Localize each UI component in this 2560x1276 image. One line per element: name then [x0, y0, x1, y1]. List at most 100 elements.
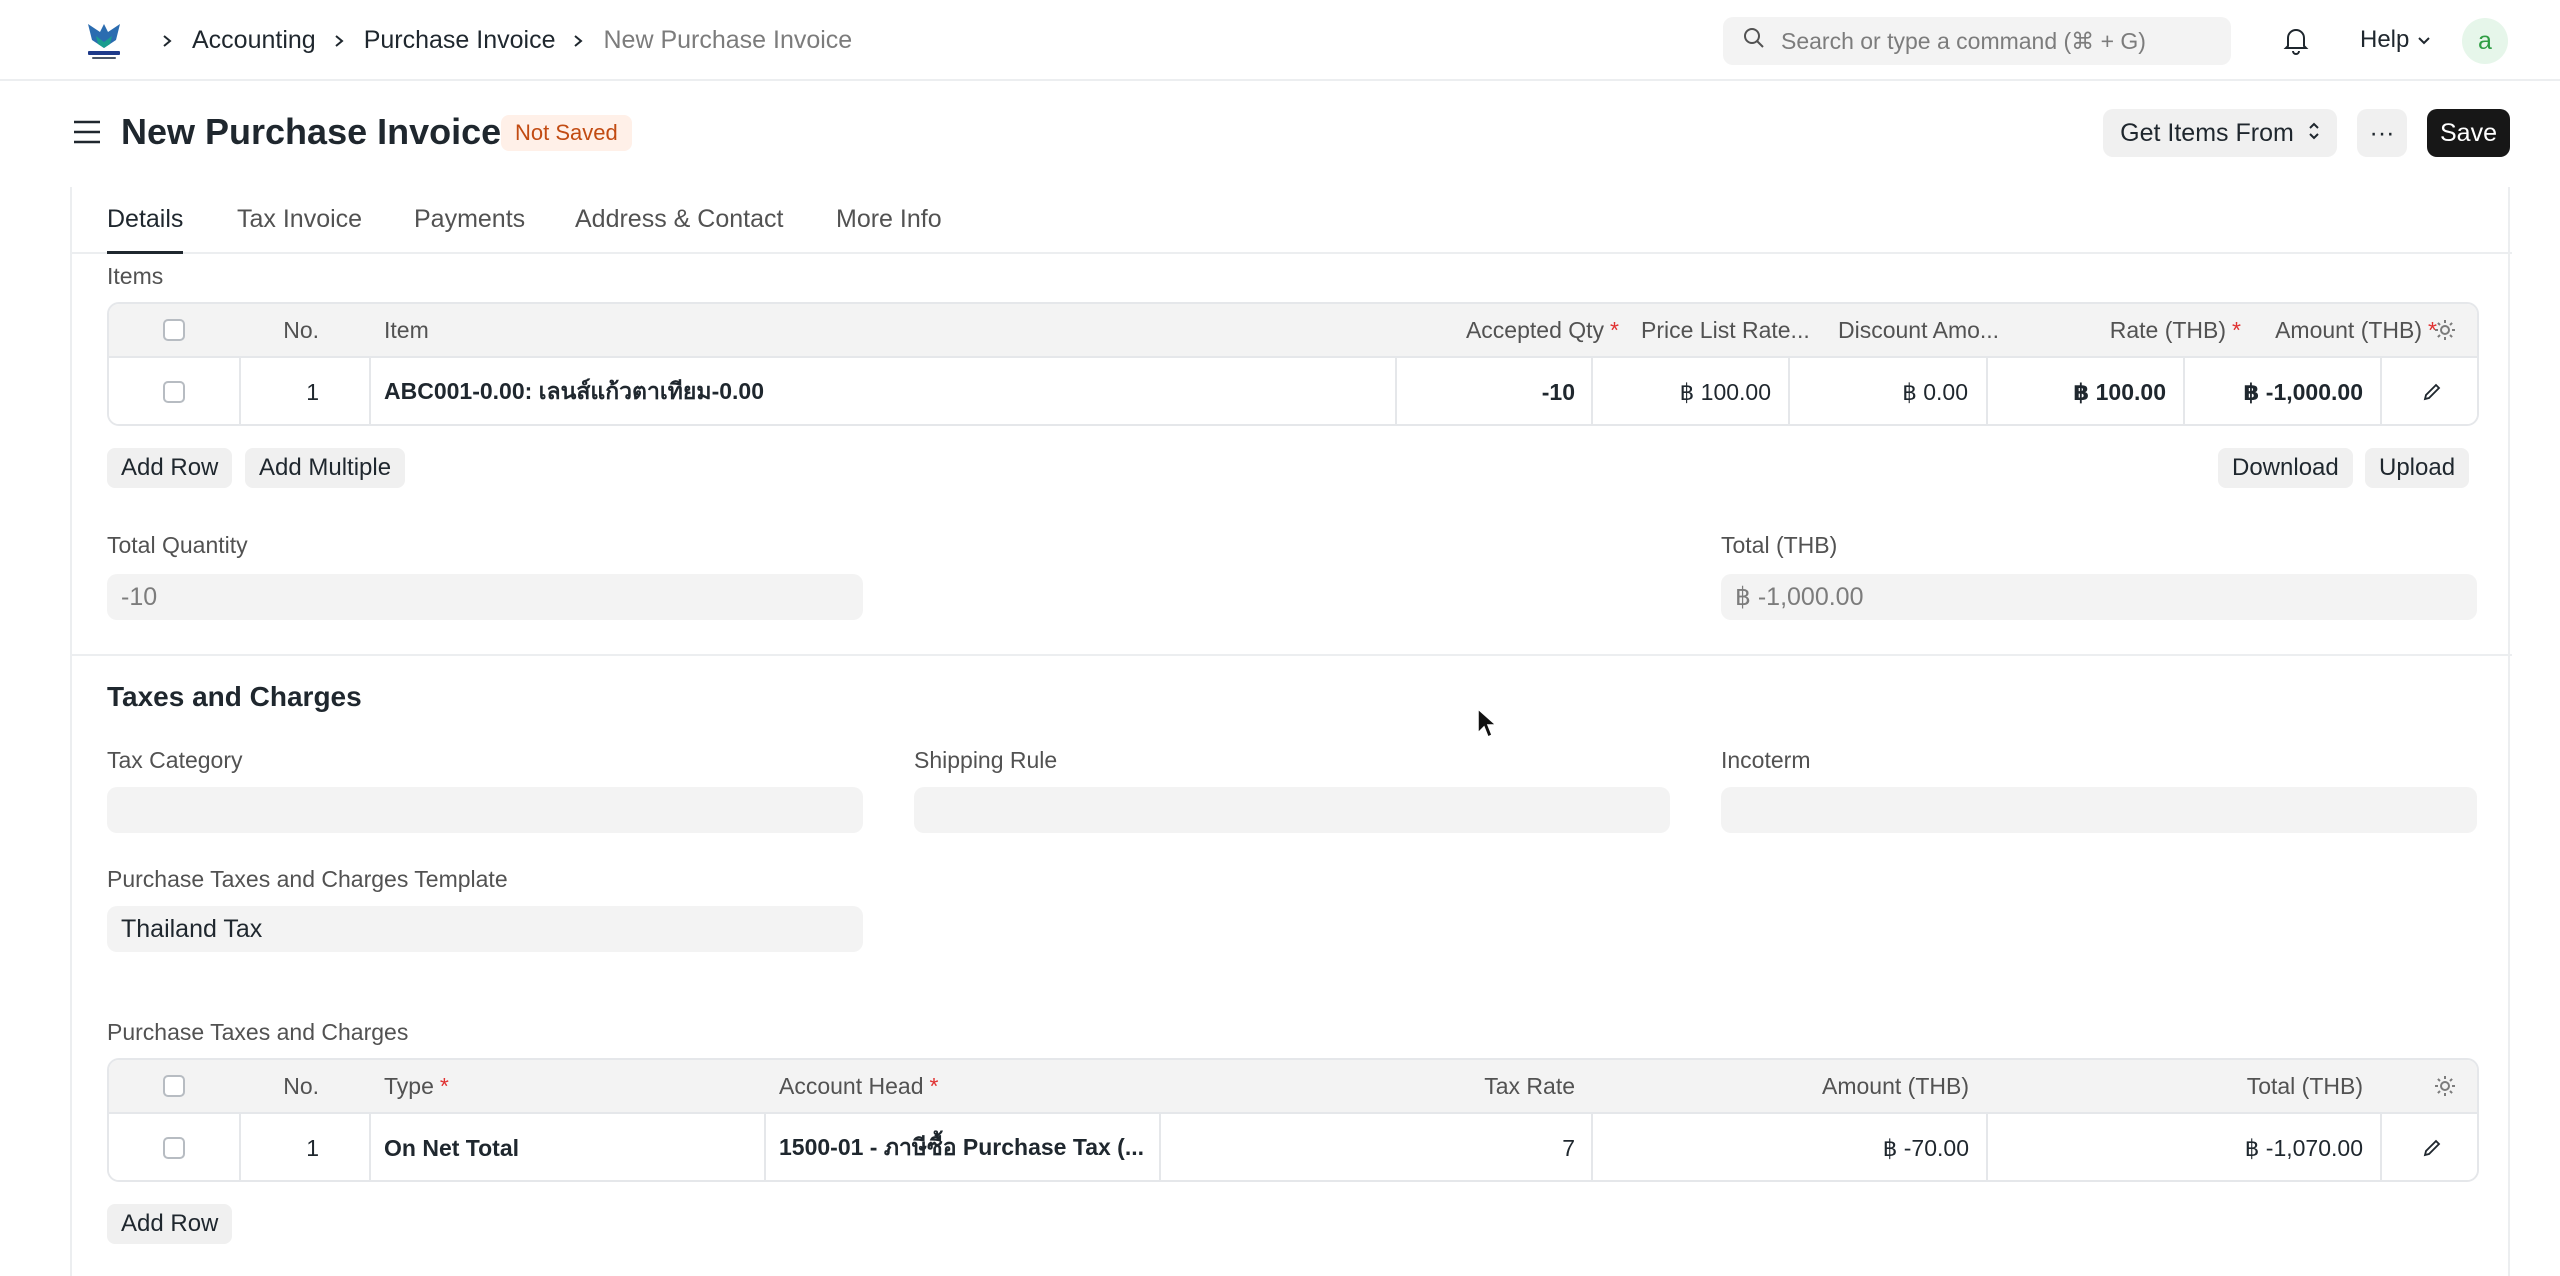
tax-category-label: Tax Category — [107, 747, 243, 773]
column-header-discount: Discount Amo... — [1838, 316, 2000, 343]
search-icon — [1743, 27, 1765, 55]
taxes-table-label: Purchase Taxes and Charges — [107, 1019, 409, 1045]
breadcrumb-accounting[interactable]: Accounting — [192, 26, 316, 55]
column-header-account-head: Account Head * — [779, 1060, 1079, 1112]
search-input[interactable] — [1781, 27, 2211, 55]
required-marker: * — [439, 1072, 449, 1099]
column-header-no: No. — [283, 316, 319, 343]
avatar[interactable]: a — [2462, 18, 2508, 64]
column-divider — [1159, 1114, 1161, 1180]
breadcrumb-purchase-invoice[interactable]: Purchase Invoice — [364, 26, 556, 55]
row-price-list-rate[interactable]: ฿ 100.00 — [1595, 358, 1771, 424]
row-checkbox[interactable] — [163, 1137, 185, 1159]
column-settings-icon[interactable] — [2409, 1060, 2477, 1112]
add-tax-row-button[interactable]: Add Row — [107, 1204, 233, 1244]
get-items-from-label: Get Items From — [2120, 118, 2294, 147]
row-checkbox-cell — [109, 1114, 239, 1180]
select-all-checkbox-cell — [109, 1060, 239, 1112]
row-type[interactable]: On Net Total — [384, 1114, 754, 1180]
edit-row-icon[interactable] — [2382, 1114, 2477, 1180]
tab-payments[interactable]: Payments — [414, 205, 525, 254]
items-table-header: No. Item Accepted Qty * Price List Rate..… — [109, 304, 2477, 358]
taxes-template-label: Purchase Taxes and Charges Template — [107, 866, 508, 892]
row-checkbox-cell — [109, 358, 239, 424]
row-no: 1 — [306, 1134, 319, 1161]
add-row-button[interactable]: Add Row — [107, 448, 233, 488]
taxes-template-input[interactable]: Thailand Tax — [107, 906, 863, 952]
shipping-rule-label: Shipping Rule — [914, 747, 1058, 773]
top-navbar: Accounting Purchase Invoice New Purchase… — [0, 0, 2560, 81]
column-divider — [369, 358, 371, 424]
tax-category-input[interactable] — [107, 787, 863, 833]
row-rate[interactable]: ฿ 100.00 — [1990, 358, 2166, 424]
column-header-price-list-rate: Price List Rate... — [1641, 316, 1810, 343]
save-button[interactable]: Save — [2427, 109, 2510, 157]
column-divider — [1395, 358, 1397, 424]
chevron-right-icon — [330, 32, 348, 50]
row-checkbox[interactable] — [163, 381, 185, 403]
total-label: Total (THB) — [1721, 532, 1838, 558]
column-divider — [1591, 1114, 1593, 1180]
select-all-checkbox[interactable] — [163, 1075, 185, 1097]
row-tax-amount[interactable]: ฿ -70.00 — [1795, 1114, 1969, 1180]
notification-bell-icon[interactable] — [2280, 24, 2312, 56]
column-header-tax-total: Total (THB) — [2246, 1072, 2363, 1099]
column-divider — [764, 1114, 766, 1180]
items-table: No. Item Accepted Qty * Price List Rate..… — [107, 302, 2479, 426]
tab-details[interactable]: Details — [107, 205, 184, 254]
tab-more-info[interactable]: More Info — [836, 205, 942, 254]
add-multiple-button[interactable]: Add Multiple — [245, 448, 406, 488]
menu-toggle-icon[interactable] — [72, 119, 102, 145]
search-bar[interactable] — [1723, 17, 2231, 65]
row-accepted-qty[interactable]: -10 — [1399, 358, 1575, 424]
download-button[interactable]: Download — [2218, 448, 2353, 488]
taxes-table: No. Type * Account Head * Tax Rate Amount … — [107, 1058, 2479, 1182]
page-title: New Purchase Invoice — [121, 111, 502, 152]
table-row[interactable]: 1 ABC001-0.00: เลนส์แก้วตาเทียม-0.00 -10… — [109, 358, 2477, 424]
chevron-down-icon — [2417, 26, 2431, 54]
items-section-label: Items — [107, 263, 164, 289]
column-divider — [369, 1114, 371, 1180]
accepted-qty-label: Accepted Qty — [1465, 316, 1605, 343]
app-logo[interactable] — [82, 18, 126, 62]
taxes-section-title: Taxes and Charges — [107, 681, 362, 712]
total-quantity-label: Total Quantity — [107, 532, 248, 558]
column-divider — [2183, 358, 2185, 424]
row-tax-rate[interactable]: 7 — [1399, 1114, 1575, 1180]
help-label: Help — [2360, 26, 2410, 53]
breadcrumb: Accounting Purchase Invoice New Purchase… — [154, 0, 852, 81]
help-dropdown[interactable]: Help — [2360, 26, 2431, 54]
get-items-from-button[interactable]: Get Items From — [2103, 109, 2337, 157]
required-marker: * — [1610, 316, 1619, 343]
edit-row-icon[interactable] — [2382, 358, 2477, 424]
status-badge: Not Saved — [501, 115, 632, 151]
row-discount[interactable]: ฿ 0.00 — [1792, 358, 1968, 424]
column-divider — [1788, 358, 1790, 424]
column-divider — [1986, 1114, 1988, 1180]
column-header-type: Type * — [384, 1060, 684, 1112]
table-row[interactable]: 1 On Net Total 1500-01 - ภาษีซื้อ Purcha… — [109, 1114, 2477, 1180]
form-card: Details Tax Invoice Payments Address & C… — [70, 187, 2512, 1276]
upload-button[interactable]: Upload — [2365, 448, 2470, 488]
shipping-rule-input[interactable] — [914, 787, 1670, 833]
tab-tax-invoice[interactable]: Tax Invoice — [237, 205, 362, 254]
row-amount[interactable]: ฿ -1,000.00 — [2187, 358, 2363, 424]
select-all-checkbox[interactable] — [163, 319, 185, 341]
column-settings-icon[interactable] — [2409, 304, 2477, 356]
select-arrows-icon — [2308, 119, 2320, 148]
row-no: 1 — [306, 378, 319, 405]
row-item[interactable]: ABC001-0.00: เลนส์แก้วตาเทียม-0.00 — [384, 358, 1384, 424]
row-account-head[interactable]: 1500-01 - ภาษีซื้อ Purchase Tax (... — [779, 1114, 1154, 1180]
page-header: New Purchase Invoice Not Saved Get Items… — [0, 81, 2560, 187]
column-header-rate: Rate (THB) * — [2009, 304, 2241, 356]
chevron-right-icon — [569, 32, 587, 50]
more-actions-button[interactable]: ··· — [2357, 109, 2407, 157]
required-marker: * — [929, 1072, 939, 1099]
select-all-checkbox-cell — [109, 304, 239, 356]
total-field: ฿ -1,000.00 — [1721, 574, 2477, 620]
row-tax-total[interactable]: ฿ -1,070.00 — [2189, 1114, 2363, 1180]
tab-address-contact[interactable]: Address & Contact — [575, 205, 783, 254]
form-tabs: Details Tax Invoice Payments Address & C… — [72, 187, 2512, 254]
column-header-no: No. — [283, 1072, 319, 1099]
incoterm-input[interactable] — [1721, 787, 2477, 833]
